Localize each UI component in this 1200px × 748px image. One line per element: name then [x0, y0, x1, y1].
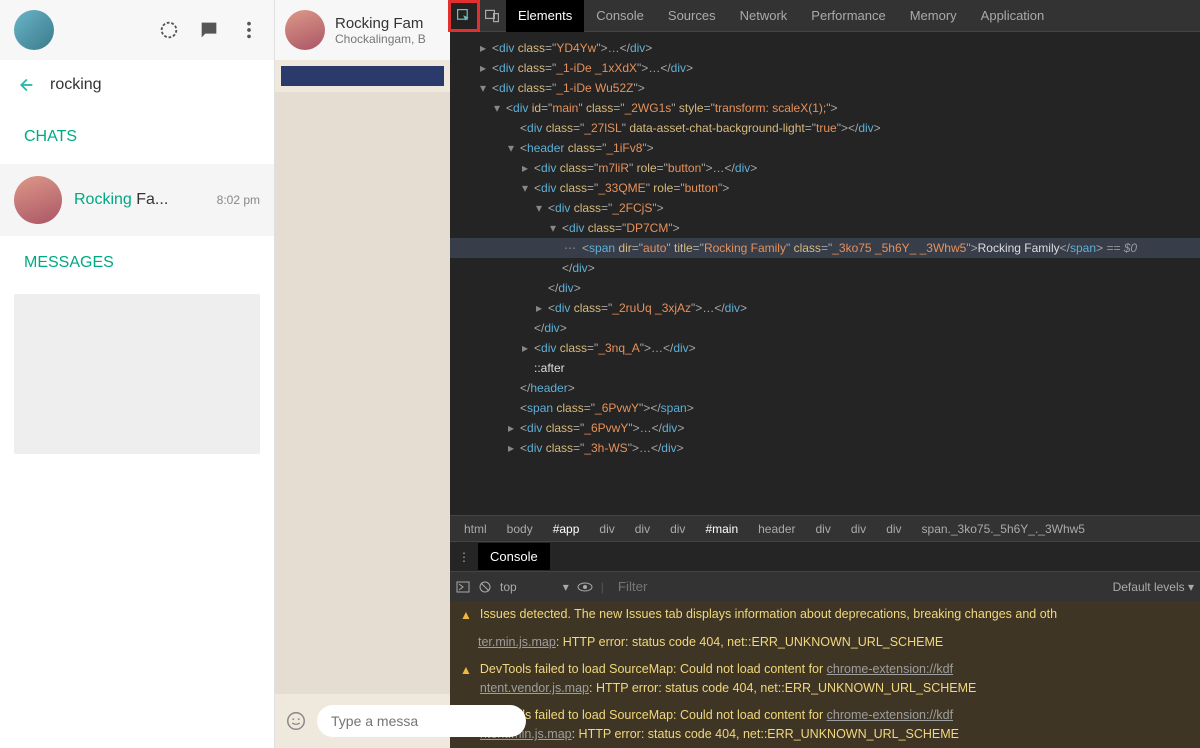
devtools-tabs: Elements Console Sources Network Perform…	[506, 0, 1056, 32]
chat-body[interactable]	[275, 92, 450, 694]
console-drawer-header: ⋮ Console	[450, 541, 1200, 571]
console-menu-icon[interactable]: ⋮	[450, 543, 478, 571]
scope-select[interactable]: top ▾	[500, 580, 569, 594]
crumb-div[interactable]: div	[876, 522, 911, 536]
crumb-header[interactable]: header	[748, 522, 805, 536]
console-output: ▲ Issues detected. The new Issues tab di…	[450, 601, 1200, 748]
chat-header: Rocking Fam Chockalingam, B	[275, 0, 450, 60]
sidebar-header	[0, 0, 274, 60]
crumb-body[interactable]: body	[497, 522, 543, 536]
menu-icon[interactable]	[238, 19, 260, 41]
crumb-main[interactable]: #main	[695, 522, 748, 536]
status-icon[interactable]	[158, 19, 180, 41]
console-sidebar-toggle-icon[interactable]	[456, 580, 470, 594]
console-toolbar: top ▾ | Default levels ▾	[450, 571, 1200, 601]
chat-banner	[281, 66, 444, 86]
console-tab[interactable]: Console	[478, 543, 550, 570]
devtools-toolbar: Elements Console Sources Network Perform…	[450, 0, 1200, 32]
clear-console-icon[interactable]	[478, 580, 492, 594]
crumb-div[interactable]: div	[660, 522, 695, 536]
crumb-html[interactable]: html	[454, 522, 497, 536]
console-filter-input[interactable]	[612, 577, 762, 596]
warning-icon: ▲	[460, 606, 472, 625]
tab-elements[interactable]: Elements	[506, 0, 584, 32]
back-arrow-icon[interactable]	[14, 74, 36, 96]
tab-application[interactable]: Application	[969, 0, 1057, 32]
chat-title: Rocking Fa...	[74, 191, 205, 209]
section-chats-label: CHATS	[0, 110, 274, 164]
new-chat-icon[interactable]	[198, 19, 220, 41]
live-expression-icon[interactable]	[577, 581, 593, 593]
crumb-div[interactable]: div	[625, 522, 660, 536]
log-levels-select[interactable]: Default levels ▾	[1113, 580, 1194, 594]
warning-icon: ▲	[460, 661, 472, 680]
console-warning-row: ▲ DevTools failed to load SourceMap: Cou…	[450, 656, 1200, 702]
device-toggle-icon[interactable]	[478, 2, 506, 30]
chat-time: 8:02 pm	[217, 193, 260, 207]
console-warning-row: ter.min.js.map: HTTP error: status code …	[450, 629, 1200, 656]
chat-header-name: Rocking Fam	[335, 15, 426, 32]
chat-sidebar: ✕ CHATS Rocking Fa... 8:02 pm MESSAGES	[0, 0, 275, 748]
tab-sources[interactable]: Sources	[656, 0, 728, 32]
chat-panel: Rocking Fam Chockalingam, B	[275, 0, 450, 748]
crumb-div[interactable]: div	[589, 522, 624, 536]
tab-memory[interactable]: Memory	[898, 0, 969, 32]
breadcrumb: html body #app div div div #main header …	[450, 515, 1200, 541]
selected-dom-node[interactable]: <span dir="auto" title="Rocking Family" …	[450, 238, 1200, 258]
emoji-icon[interactable]	[285, 710, 307, 732]
crumb-app[interactable]: #app	[543, 522, 590, 536]
console-issues-banner[interactable]: ▲ Issues detected. The new Issues tab di…	[450, 601, 1200, 629]
chat-input-bar	[275, 694, 450, 748]
tab-console[interactable]: Console	[584, 0, 656, 32]
crumb-div[interactable]: div	[841, 522, 876, 536]
search-bar: ✕	[0, 60, 274, 110]
inspect-element-icon[interactable]	[450, 2, 478, 30]
tab-performance[interactable]: Performance	[799, 0, 897, 32]
user-avatar[interactable]	[14, 10, 54, 50]
chat-avatar	[14, 176, 62, 224]
elements-tree[interactable]: ▸<div class="YD4Yw">…</div> ▸<div class=…	[450, 32, 1200, 515]
message-input[interactable]	[317, 705, 526, 737]
devtools-panel: Elements Console Sources Network Perform…	[450, 0, 1200, 748]
crumb-div[interactable]: div	[806, 522, 841, 536]
search-input[interactable]	[50, 76, 257, 94]
chat-header-avatar[interactable]	[285, 10, 325, 50]
chat-result-row[interactable]: Rocking Fa... 8:02 pm	[0, 164, 274, 236]
tab-network[interactable]: Network	[728, 0, 800, 32]
message-result-blurred	[14, 294, 260, 454]
console-warning-row: ▲ DevTools failed to load SourceMap: Cou…	[450, 702, 1200, 748]
chat-header-subtitle: Chockalingam, B	[335, 32, 426, 46]
crumb-span[interactable]: span._3ko75._5h6Y_._3Whw5	[912, 522, 1095, 536]
section-messages-label: MESSAGES	[0, 236, 274, 290]
